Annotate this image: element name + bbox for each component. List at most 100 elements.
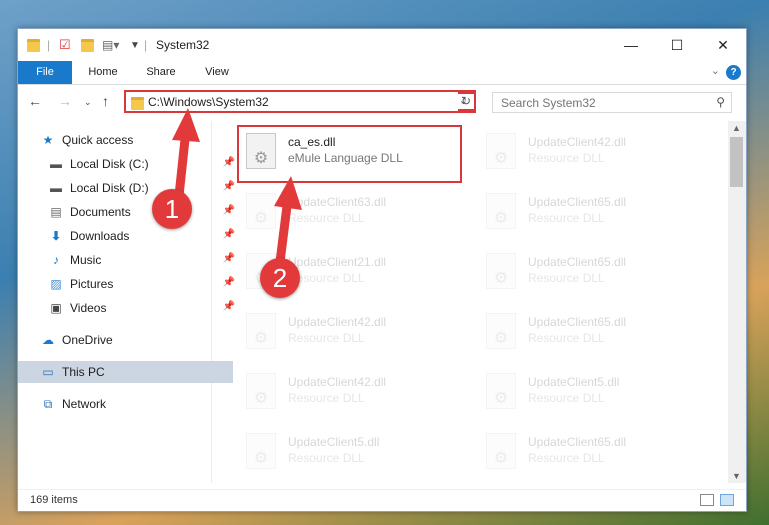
file-item[interactable]: ⚙ UpdateClient65.dll Resource DLL	[480, 245, 680, 297]
file-name: UpdateClient5.dll	[288, 435, 380, 449]
sidebar-item-documents[interactable]: ▤ Documents 📌	[18, 201, 241, 223]
file-item[interactable]: ⚙ UpdateClient42.dll Resource DLL	[240, 365, 440, 417]
sidebar-item-local-disk-d[interactable]: ▬ Local Disk (D:) 📌	[18, 177, 241, 199]
tab-view[interactable]: View	[194, 61, 240, 84]
file-item[interactable]: ⚙ UpdateClient5.dll Resource DLL	[240, 425, 440, 477]
star-icon: ★	[42, 133, 54, 147]
tiles-view-icon[interactable]	[720, 494, 734, 506]
up-arrow-icon[interactable]: ↑	[102, 93, 109, 109]
qat-customize-icon[interactable]: ▤▾	[102, 37, 119, 53]
dll-file-icon: ⚙	[486, 133, 516, 169]
sidebar-item-onedrive[interactable]: ☁ OneDrive	[18, 329, 233, 351]
sidebar-item-label: Network	[62, 397, 107, 411]
tab-share[interactable]: Share	[138, 61, 184, 84]
step-1-badge: 1	[152, 189, 192, 229]
sidebar-item-label: Videos	[70, 301, 107, 315]
address-text: C:\Windows\System32	[148, 95, 269, 109]
folder-icon	[27, 37, 40, 53]
search-icon[interactable]: ⚲	[716, 95, 725, 109]
sidebar-item-downloads[interactable]: ⬇ Downloads 📌	[18, 225, 241, 247]
file-item[interactable]: ⚙ UpdateClient65.dll Resource DLL	[480, 425, 680, 477]
file-name: UpdateClient5.dll	[528, 375, 620, 389]
separator: |	[47, 38, 51, 52]
explorer-window: | ☑ ▤▾ ▼ | System32 — ☐ ✕ File Home Shar…	[17, 28, 747, 512]
file-description: Resource DLL	[288, 451, 365, 465]
sidebar-item-music[interactable]: ♪ Music 📌	[18, 249, 241, 271]
file-name: UpdateClient42.dll	[288, 375, 387, 389]
sidebar-item-label: Downloads	[70, 229, 130, 243]
dll-file-icon: ⚙	[246, 313, 276, 349]
tab-file[interactable]: File	[18, 61, 72, 84]
sidebar-item-label: Music	[70, 253, 102, 267]
new-folder-icon[interactable]	[81, 37, 94, 53]
sidebar-item-local-disk-c[interactable]: ▬ Local Disk (C:) 📌	[18, 153, 241, 175]
highlight-box	[237, 125, 462, 183]
item-count: 169 items	[30, 494, 78, 506]
file-description: Resource DLL	[528, 151, 605, 165]
recent-locations-icon[interactable]: ⌄	[84, 97, 92, 108]
properties-icon[interactable]: ☑	[59, 37, 71, 53]
sidebar-item-pictures[interactable]: ▨ Pictures 📌	[18, 273, 241, 295]
search-input[interactable]	[499, 95, 703, 111]
drive-icon: ▬	[50, 157, 62, 171]
file-name: UpdateClient42.dll	[528, 135, 627, 149]
file-description: Resource DLL	[288, 391, 365, 405]
file-description: Resource DLL	[528, 451, 605, 465]
scroll-thumb[interactable]	[730, 137, 743, 187]
separator: |	[144, 38, 148, 52]
sidebar-item-label: Local Disk (C:)	[70, 157, 149, 171]
forward-arrow-icon[interactable]: →	[58, 93, 72, 109]
dll-file-icon: ⚙	[246, 373, 276, 409]
qat-dropdown-icon[interactable]: ▼	[130, 37, 140, 53]
title-bar: | ☑ ▤▾ ▼ | System32 — ☐ ✕	[18, 29, 746, 61]
sidebar-item-label: Documents	[70, 205, 131, 219]
file-name: UpdateClient65.dll	[528, 315, 627, 329]
sidebar-item-quick-access[interactable]: ★ Quick access	[18, 129, 233, 151]
chevron-down-icon[interactable]: ⌄	[711, 64, 720, 77]
file-description: Resource DLL	[528, 271, 605, 285]
dll-file-icon: ⚙	[246, 193, 276, 229]
ribbon: File Home Share View ⌄ ?	[18, 61, 746, 85]
sidebar-item-label: OneDrive	[62, 333, 113, 347]
sidebar-item-label: Quick access	[62, 133, 134, 147]
file-name: UpdateClient63.dll	[288, 195, 387, 209]
pictures-icon: ▨	[50, 277, 62, 291]
details-view-icon[interactable]	[700, 494, 714, 506]
dll-file-icon: ⚙	[486, 313, 516, 349]
sidebar-item-label: Pictures	[70, 277, 114, 291]
file-item[interactable]: ⚙ UpdateClient63.dll Resource DLL	[240, 185, 440, 237]
dll-file-icon: ⚙	[486, 193, 516, 229]
file-item[interactable]: ⚙ UpdateClient65.dll Resource DLL	[480, 185, 680, 237]
close-icon[interactable]: ✕	[700, 29, 746, 61]
file-item[interactable]: ⚙ UpdateClient42.dll Resource DLL	[480, 125, 680, 177]
navigation-bar: ← → ⌄ ↑ C:\Windows\System32 ⌄ ↻ ⚲	[18, 85, 746, 119]
dll-file-icon: ⚙	[246, 433, 276, 469]
file-name: UpdateClient21.dll	[288, 255, 387, 269]
dll-file-icon: ⚙	[486, 373, 516, 409]
file-description: Resource DLL	[288, 331, 365, 345]
computer-icon: ▭	[42, 365, 54, 379]
file-description: Resource DLL	[528, 331, 605, 345]
back-arrow-icon[interactable]: ←	[28, 93, 42, 109]
address-bar[interactable]: C:\Windows\System32 ⌄	[124, 90, 476, 113]
step-2-badge: 2	[260, 258, 300, 298]
drive-icon: ▬	[50, 181, 62, 195]
dll-file-icon: ⚙	[486, 433, 516, 469]
file-name: UpdateClient65.dll	[528, 435, 627, 449]
file-item[interactable]: ⚙ UpdateClient42.dll Resource DLL	[240, 305, 440, 357]
search-box[interactable]: ⚲	[492, 92, 732, 113]
file-item[interactable]: ⚙ UpdateClient65.dll Resource DLL	[480, 305, 680, 357]
minimize-icon[interactable]: —	[608, 29, 654, 61]
help-icon[interactable]: ?	[726, 65, 741, 80]
scroll-down-icon[interactable]: ▼	[732, 471, 741, 481]
sidebar-item-network[interactable]: ⧉ Network	[18, 393, 233, 415]
dll-file-icon: ⚙	[486, 253, 516, 289]
refresh-icon[interactable]: ↻	[458, 92, 476, 111]
scroll-up-icon[interactable]: ▲	[732, 123, 741, 133]
file-item[interactable]: ⚙ UpdateClient5.dll Resource DLL	[480, 365, 680, 417]
sidebar-item-videos[interactable]: ▣ Videos 📌	[18, 297, 241, 319]
sidebar-item-this-pc[interactable]: ▭ This PC	[18, 361, 233, 383]
tab-home[interactable]: Home	[80, 61, 126, 84]
vertical-scrollbar[interactable]: ▲ ▼	[728, 121, 746, 483]
maximize-icon[interactable]: ☐	[654, 29, 700, 61]
